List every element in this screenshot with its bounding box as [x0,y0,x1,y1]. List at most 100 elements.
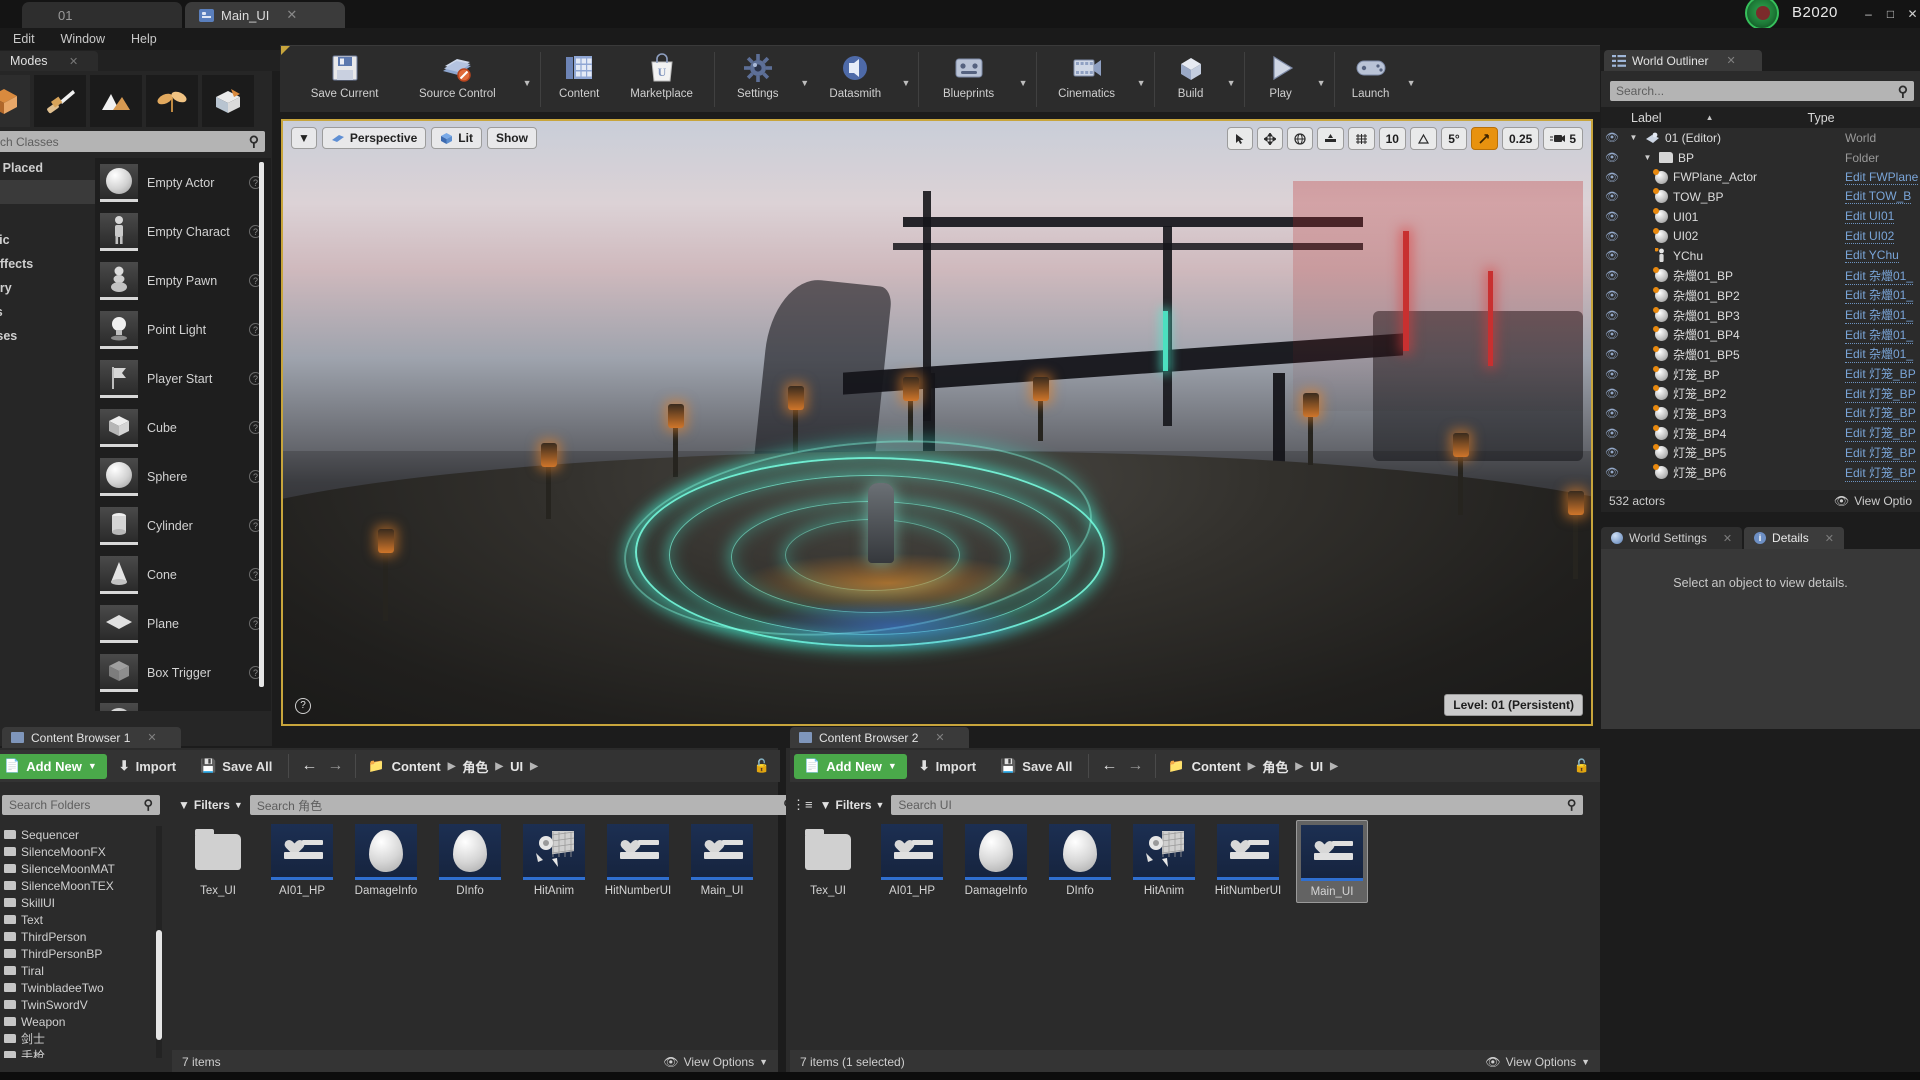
placeable-item-point-light[interactable]: Point Light? [95,305,271,354]
eye-icon[interactable]: 👁 [1601,269,1623,282]
asset-item[interactable]: DInfo [1044,820,1116,903]
toolbar-button-play[interactable]: Play [1250,48,1312,111]
minimize-icon[interactable]: – [1862,8,1875,20]
chevron-down-icon[interactable]: ▼ [1014,78,1033,88]
content-browser-1-asset-grid[interactable]: Tex_UI AI01_HP DamageInfo DInfo HitAnim HitNu… [182,820,758,901]
world-outliner-tab[interactable]: World Outliner ✕ [1604,50,1762,71]
toolbar-button-datasmith[interactable]: Datasmith [814,48,896,111]
expand-arrow-icon[interactable]: ▼ [1641,153,1654,162]
category-basic[interactable]: ic [0,180,95,204]
eye-icon[interactable]: 👁 [1601,328,1623,341]
lock-icon[interactable]: 🔓 [754,758,770,774]
outliner-row-type[interactable]: Edit 杂爉01_ [1845,326,1914,344]
asset-item[interactable]: DamageInfo [350,820,422,901]
eye-icon[interactable]: 👁 [1601,151,1623,164]
view-options-button[interactable]: 👁 View Optio [1834,494,1912,508]
outliner-row[interactable]: 👁 ▼ 01 (Editor) World [1601,128,1920,148]
eye-icon[interactable]: 👁 [1601,446,1623,459]
breadcrumb-role[interactable]: 角色 [462,757,488,776]
content-browser-1-tab[interactable]: Content Browser 1 ✕ [2,727,181,748]
outliner-row[interactable]: 👁 UI02 Edit UI02 [1601,226,1920,246]
back-arrow-icon[interactable]: ← [1101,757,1117,775]
grid-snap-icon[interactable] [1347,127,1375,150]
asset-search-input[interactable]: Search 角色 ⚲ [249,795,800,815]
folder-tree-item[interactable]: Sequencer [2,826,154,843]
toolbar-button-marketplace[interactable]: U Marketplace [613,48,711,111]
import-button[interactable]: ⬇ Import [907,750,988,782]
scale-snap-icon[interactable] [1470,127,1498,150]
import-button[interactable]: ⬇ Import [107,750,188,782]
toolbar-button-source-control[interactable]: Source Control [397,48,517,111]
placeable-item-sphere[interactable]: Sphere? [95,452,271,501]
breadcrumb-ui[interactable]: UI [510,759,523,774]
folder-tree-item[interactable]: 剑士 [2,1030,154,1047]
placeable-item-box-trigger[interactable]: Box Trigger? [95,648,271,697]
outliner-row-type[interactable]: Edit 杂爉01_ [1845,345,1914,364]
grid-size-value[interactable]: 10 [1378,127,1406,150]
expand-arrow-icon[interactable]: ▼ [1627,133,1640,142]
viewport-camera-mode-button[interactable]: Perspective [321,127,427,149]
eye-icon[interactable]: 👁 [1601,171,1623,184]
chevron-down-icon[interactable]: ▼ [1312,78,1331,88]
outliner-row[interactable]: 👁 杂爉01_BP5 Edit 杂爉01_ [1601,345,1920,365]
outliner-row[interactable]: 👁 杂爉01_BP2 Edit 杂爉01_ [1601,286,1920,306]
select-mode-icon[interactable] [1226,127,1253,150]
forward-arrow-icon[interactable]: → [1127,757,1143,775]
asset-item[interactable]: AI01_HP [266,820,338,901]
eye-icon[interactable]: 👁 [1601,131,1623,144]
asset-item[interactable]: HitAnim [1128,820,1200,903]
column-header-type[interactable]: Type [1808,111,1835,125]
content-browser-2-asset-grid[interactable]: Tex_UI AI01_HP DamageInfo DInfo HitAnim HitNu… [792,820,1368,903]
folder-tree[interactable]: Sequencer SilenceMoonFX SilenceMoonMAT Sile… [2,826,154,1058]
add-new-button[interactable]: 📄 Add New ▼ [794,753,907,779]
toolbar-button-cinematics[interactable]: Cinematics [1042,48,1132,111]
asset-item[interactable]: Main_UI [1296,820,1368,903]
save-all-button[interactable]: 💾 Save All [188,750,284,782]
toolbar-button-settings[interactable]: Settings [720,48,795,111]
outliner-row[interactable]: 👁 FWPlane_Actor Edit FWPlane [1601,167,1920,187]
asset-item[interactable]: HitNumberUI [1212,820,1284,903]
outliner-row-type[interactable]: Edit 灯笼_BP [1845,404,1916,423]
breadcrumb-ui[interactable]: UI [1310,759,1323,774]
asset-item[interactable]: Tex_UI [792,820,864,903]
outliner-row-type[interactable]: Edit 灯笼_BP [1845,365,1916,384]
forward-arrow-icon[interactable]: → [327,757,343,775]
menu-item-window[interactable]: Window [48,28,118,50]
folder-tree-item[interactable]: SkillUI [2,894,154,911]
column-header-label[interactable]: Label [1631,111,1662,125]
outliner-row-type[interactable]: Edit 灯笼_BP [1845,424,1916,443]
placeable-item-empty-pawn[interactable]: Empty Pawn? [95,256,271,305]
outliner-row[interactable]: 👁 UI01 Edit UI01 [1601,207,1920,227]
viewport-menu-caret-icon[interactable]: ▼ [291,127,317,149]
outliner-row-type[interactable]: Edit YChu [1845,248,1899,264]
chevron-down-icon[interactable]: ▼ [795,78,814,88]
view-options-button[interactable]: 👁 View Options ▼ [663,1055,768,1069]
eye-icon[interactable]: 👁 [1601,407,1623,420]
outliner-row-type[interactable]: Edit 杂爉01_ [1845,306,1914,325]
world-outliner-search-input[interactable]: Search... ⚲ [1610,81,1914,101]
folder-tree-item[interactable]: TwinSwordV [2,996,154,1013]
breadcrumb-content[interactable]: Content [1192,759,1241,774]
outliner-row-type[interactable]: Edit 杂爉01_ [1845,267,1914,285]
toolbar-button-build[interactable]: Build [1160,48,1222,111]
toolbar-button-blueprints[interactable]: Blueprints [924,48,1014,111]
placeable-item-cube[interactable]: Cube? [95,403,271,452]
scale-snap-value[interactable]: 0.25 [1501,127,1540,150]
category-visual-effects[interactable]: ual Effects [0,252,95,276]
outliner-row[interactable]: 👁 YChu Edit YChu [1601,246,1920,266]
eye-icon[interactable]: 👁 [1601,387,1623,400]
history-nav[interactable]: ← → [293,750,351,782]
close-icon[interactable]: ✕ [69,56,78,68]
folder-tree-item[interactable]: SilenceMoonMAT [2,860,154,877]
outliner-row[interactable]: 👁 杂爉01_BP4 Edit 杂爉01_ [1601,325,1920,345]
folder-tree-item[interactable]: Weapon [2,1013,154,1030]
close-icon[interactable]: ✕ [147,731,156,744]
angle-snap-value[interactable]: 5° [1440,127,1467,150]
window-tab-level[interactable]: 01 [22,2,182,28]
outliner-row[interactable]: 👁 杂爉01_BP Edit 杂爉01_ [1601,266,1920,286]
eye-icon[interactable]: 👁 [1601,466,1623,479]
search-classes-input[interactable]: rch Classes ⚲ [0,131,265,152]
chevron-down-icon[interactable]: ▼ [1132,78,1151,88]
chevron-down-icon[interactable]: ▼ [1222,78,1241,88]
placeable-item-cylinder[interactable]: Cylinder? [95,501,271,550]
